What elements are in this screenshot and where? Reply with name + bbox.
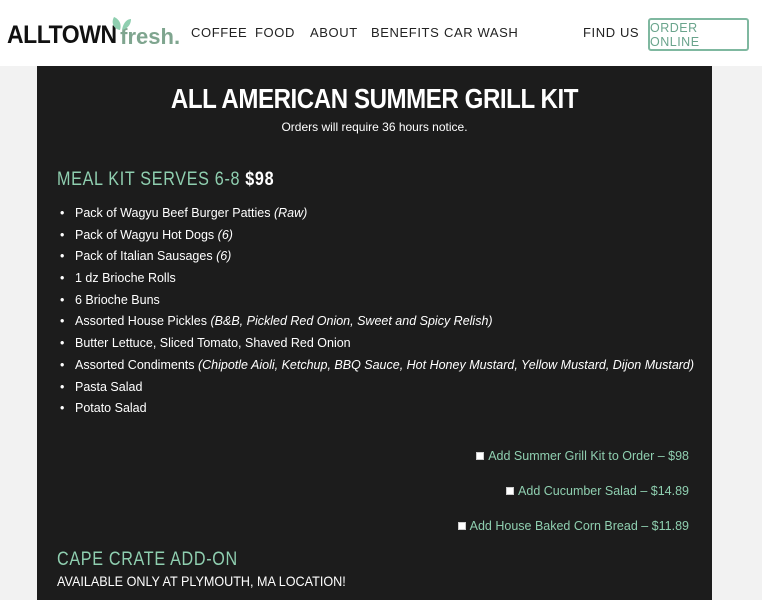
add-cucumber-salad-label[interactable]: Add Cucumber Salad – $14.89 [518,484,689,498]
nav-food[interactable]: FOOD [255,25,295,40]
bullet-icon: • [60,336,65,351]
bullet-icon: • [60,379,65,394]
item-text: 6 Brioche Buns [75,292,160,307]
bullet-icon: • [60,206,65,220]
item-note: (6) [216,249,232,264]
nav-about[interactable]: ABOUT [310,25,358,40]
list-item: • Assorted House Pickles (B&B, Pickled Re… [60,311,694,333]
list-item: • Assorted Condiments (Chipotle Aioli, Ke… [60,355,695,377]
add-grill-kit-option[interactable]: Add Summer Grill Kit to Order – $98 [476,449,689,463]
bullet-icon: • [60,401,65,416]
bullet-icon: • [60,271,65,286]
leaf-icon [112,17,131,30]
nav-benefits[interactable]: BENEFITS [371,25,439,40]
item-note: (Chipotle Aioli, Ketchup, BBQ Sauce, Hot… [197,357,695,372]
meal-kit-price: $98 [245,169,275,190]
list-item: • Pack of Italian Sausages (6) [60,246,694,268]
item-text: Pack of Italian Sausages [75,249,217,264]
item-text: Potato Salad [75,401,147,416]
item-text: Assorted Condiments [75,357,198,372]
order-online-button[interactable]: ORDER ONLINE [648,18,749,51]
bullet-icon: • [60,357,65,372]
nav-find-us[interactable]: FIND US [583,25,639,40]
list-item: • 6 Brioche Buns [60,290,694,312]
meal-kit-label: MEAL KIT SERVES 6-8 [57,169,241,190]
item-note: (6) [217,227,233,242]
item-text: Pack of Wagyu Hot Dogs [75,227,218,242]
bullet-icon: • [60,249,65,264]
add-grill-kit-checkbox[interactable] [476,452,485,460]
item-text: Pack of Wagyu Beef Burger Patties [75,206,274,220]
item-text: Assorted House Pickles [75,314,211,329]
bullet-icon: • [60,314,65,329]
nav-car-wash[interactable]: CAR WASH [444,25,518,40]
site-header: ALLTOWN fresh. COFFEE FOOD ABOUT BENEFIT… [0,0,762,66]
item-text: Butter Lettuce, Sliced Tomato, Shaved Re… [75,336,351,351]
item-text: 1 dz Brioche Rolls [75,271,176,286]
add-cucumber-salad-option[interactable]: Add Cucumber Salad – $14.89 [506,484,689,498]
item-note: (Raw) [273,206,308,220]
nav-coffee[interactable]: COFFEE [191,25,247,40]
list-item: • Pasta Salad [60,377,694,399]
item-text: Pasta Salad [75,379,143,394]
cape-crate-subheading: AVAILABLE ONLY AT PLYMOUTH, MA LOCATION! [57,573,346,589]
list-item: • Pack of Wagyu Beef Burger Patties (Raw) [60,203,694,225]
alltown-fresh-logo[interactable]: ALLTOWN fresh. [7,17,180,49]
list-item: • Pack of Wagyu Hot Dogs (6) [60,225,694,247]
page-title: ALL AMERICAN SUMMER GRILL KIT [170,83,579,114]
order-notice: Orders will require 36 hours notice. [281,120,468,134]
meal-kit-heading: MEAL KIT SERVES 6-8 $98 [57,169,274,191]
bullet-icon: • [60,292,65,307]
kit-items-list: • Pack of Wagyu Beef Burger Patties (Raw)… [60,203,695,420]
add-grill-kit-label[interactable]: Add Summer Grill Kit to Order – $98 [488,449,689,463]
add-corn-bread-option[interactable]: Add House Baked Corn Bread – $11.89 [457,519,689,533]
add-corn-bread-label[interactable]: Add House Baked Corn Bread – $11.89 [470,519,689,533]
grill-kit-panel: ALL AMERICAN SUMMER GRILL KIT Orders wil… [37,66,712,600]
logo-wordmark: ALLTOWN [7,21,117,49]
add-corn-bread-checkbox[interactable] [457,522,466,530]
list-item: • 1 dz Brioche Rolls [60,268,694,290]
cape-crate-heading: CAPE CRATE ADD-ON [57,549,238,570]
add-cucumber-salad-checkbox[interactable] [506,487,515,495]
bullet-icon: • [60,227,65,242]
list-item: • Butter Lettuce, Sliced Tomato, Shaved R… [60,333,694,355]
item-note: (B&B, Pickled Red Onion, Sweet and Spicy… [210,314,493,329]
list-item: • Potato Salad [60,398,694,420]
